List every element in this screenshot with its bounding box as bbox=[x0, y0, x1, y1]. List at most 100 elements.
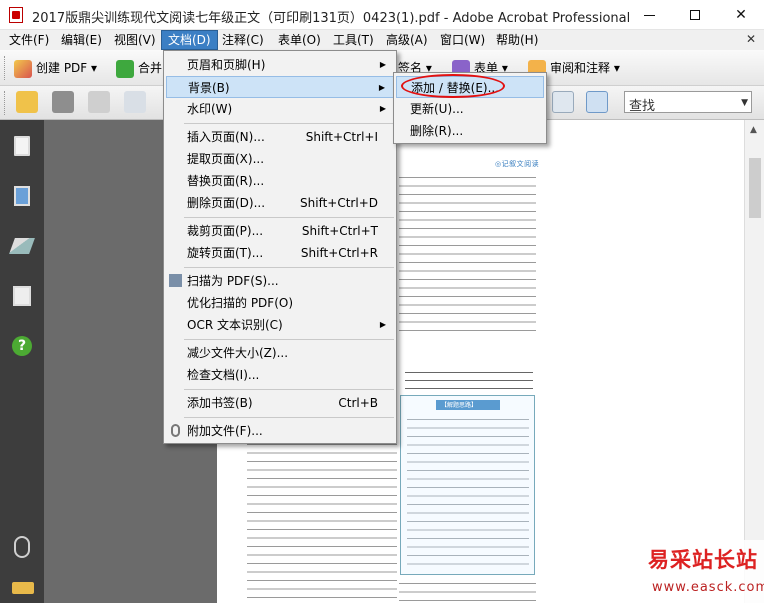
menu-forms[interactable]: 表单(O) bbox=[272, 30, 327, 50]
pages-icon[interactable] bbox=[14, 136, 30, 156]
menu-item-update-background[interactable]: 更新(U)... bbox=[396, 98, 544, 120]
find-input[interactable]: 查找 ▼ bbox=[624, 91, 752, 114]
page-text-block bbox=[399, 172, 536, 332]
menu-item-rotate-pages[interactable]: 旋转页面(T)... Shift+Ctrl+R bbox=[166, 242, 394, 264]
submenu-arrow-icon: ▶ bbox=[378, 83, 385, 92]
scrollbar-thumb[interactable] bbox=[749, 158, 761, 218]
window-title: 2017版鼎尖训练现代文阅读七年级正文（可印刷131页）0423(1).pdf … bbox=[32, 11, 631, 26]
menu-advanced[interactable]: 高级(A) bbox=[380, 30, 434, 50]
menu-item-delete-pages[interactable]: 删除页面(D)... Shift+Ctrl+D bbox=[166, 192, 394, 214]
menu-item-header-footer[interactable]: 页眉和页脚(H) ▶ bbox=[166, 54, 394, 76]
menu-file[interactable]: 文件(F) bbox=[3, 30, 55, 50]
menu-item-label: 背景(B) bbox=[188, 81, 230, 95]
menu-edit[interactable]: 编辑(E) bbox=[55, 30, 108, 50]
menu-item-extract-pages[interactable]: 提取页面(X)... bbox=[166, 148, 394, 170]
menu-item-shortcut: Shift+Ctrl+R bbox=[300, 246, 378, 260]
menu-item-label: 裁剪页面(P)... bbox=[187, 224, 264, 238]
page-text-block bbox=[399, 578, 536, 603]
menu-item-shortcut: Shift+Ctrl+I bbox=[305, 130, 378, 144]
menu-item-label: OCR 文本识别(C) bbox=[187, 318, 283, 332]
print-icon[interactable] bbox=[52, 91, 74, 113]
menu-help[interactable]: 帮助(H) bbox=[490, 30, 544, 50]
menu-document[interactable]: 文档(D) bbox=[161, 30, 218, 50]
fit-page-icon[interactable] bbox=[586, 91, 608, 113]
menu-item-crop-pages[interactable]: 裁剪页面(P)... Shift+Ctrl+T bbox=[166, 220, 394, 242]
menu-item-add-bookmark[interactable]: 添加书签(B) Ctrl+B bbox=[166, 392, 394, 414]
answer-line bbox=[405, 388, 533, 389]
vertical-scrollbar[interactable]: ▲ bbox=[744, 120, 764, 603]
menu-separator bbox=[184, 339, 394, 340]
menu-tools[interactable]: 工具(T) bbox=[327, 30, 380, 50]
save-icon[interactable] bbox=[88, 91, 110, 113]
bookmarks-icon[interactable] bbox=[14, 186, 30, 206]
layers-icon[interactable] bbox=[9, 238, 35, 254]
navigation-pane: ? bbox=[0, 120, 44, 603]
minimize-icon bbox=[643, 14, 655, 16]
menu-item-label: 提取页面(X)... bbox=[187, 152, 265, 166]
menu-item-shortcut: Shift+Ctrl+D bbox=[300, 196, 378, 210]
attachments-icon[interactable] bbox=[14, 536, 30, 558]
menu-item-label: 扫描为 PDF(S)... bbox=[187, 274, 279, 288]
menu-bar: 文件(F) 编辑(E) 视图(V) 文档(D) 注释(C) 表单(O) 工具(T… bbox=[0, 30, 764, 50]
menu-item-attach-file[interactable]: 附加文件(F)... bbox=[166, 420, 394, 442]
chevron-down-icon: ▾ bbox=[613, 61, 620, 75]
comments-icon[interactable] bbox=[12, 582, 34, 594]
menu-item-label: 优化扫描的 PDF(O) bbox=[187, 296, 294, 310]
menu-item-reduce-file-size[interactable]: 减少文件大小(Z)... bbox=[166, 342, 394, 364]
menu-item-label: 删除页面(D)... bbox=[187, 196, 266, 210]
create-pdf-label: 创建 PDF bbox=[36, 61, 88, 75]
menu-item-label: 插入页面(N)... bbox=[187, 130, 265, 144]
close-button[interactable]: ✕ bbox=[718, 0, 764, 30]
menu-item-label: 删除(R)... bbox=[410, 124, 464, 138]
submenu-arrow-icon: ▶ bbox=[379, 60, 386, 69]
open-folder-icon[interactable] bbox=[16, 91, 38, 113]
menu-item-label: 更新(U)... bbox=[410, 102, 464, 116]
menu-separator bbox=[184, 267, 394, 268]
tips-box-text bbox=[407, 414, 529, 570]
signatures-icon[interactable] bbox=[13, 286, 31, 306]
watermark-title: 易采站长站 bbox=[648, 547, 758, 572]
merge-button[interactable]: 合并 bbox=[116, 55, 162, 81]
menu-item-label: 减少文件大小(Z)... bbox=[187, 346, 289, 360]
review-label: 审阅和注释 bbox=[550, 61, 611, 75]
pdf-file-icon bbox=[9, 7, 23, 23]
maximize-icon bbox=[690, 10, 700, 20]
menu-separator bbox=[184, 123, 394, 124]
menu-item-label: 替换页面(R)... bbox=[187, 174, 265, 188]
document-menu: 页眉和页脚(H) ▶ 背景(B) ▶ 水印(W) ▶ 插入页面(N)... Shift+… bbox=[163, 50, 397, 444]
page-text-block bbox=[247, 422, 397, 600]
tips-box: 【解题思路】 bbox=[400, 395, 535, 575]
menu-item-label: 附加文件(F)... bbox=[187, 424, 263, 438]
minimize-button[interactable] bbox=[626, 0, 672, 30]
fit-width-icon[interactable] bbox=[552, 91, 574, 113]
menu-item-optimize-scanned-pdf[interactable]: 优化扫描的 PDF(O) bbox=[166, 292, 394, 314]
menu-item-label: 旋转页面(T)... bbox=[187, 246, 264, 260]
menu-item-shortcut: Ctrl+B bbox=[338, 396, 378, 410]
scroll-up-icon[interactable]: ▲ bbox=[750, 125, 757, 135]
merge-label: 合并 bbox=[138, 61, 163, 75]
submenu-arrow-icon: ▶ bbox=[379, 320, 386, 329]
chevron-down-icon[interactable]: ▼ bbox=[741, 98, 748, 108]
maximize-button[interactable] bbox=[672, 0, 718, 30]
tips-box-title: 【解题思路】 bbox=[441, 402, 478, 409]
menu-comments[interactable]: 注释(C) bbox=[216, 30, 270, 50]
menu-item-scan-to-pdf[interactable]: 扫描为 PDF(S)... bbox=[166, 270, 394, 292]
answer-line bbox=[405, 372, 533, 373]
menu-item-replace-pages[interactable]: 替换页面(R)... bbox=[166, 170, 394, 192]
menu-item-ocr[interactable]: OCR 文本识别(C) ▶ bbox=[166, 314, 394, 336]
toolbar-grip[interactable] bbox=[4, 56, 7, 80]
document-close-button[interactable]: ✕ bbox=[746, 32, 756, 46]
menu-view[interactable]: 视图(V) bbox=[108, 30, 162, 50]
menu-item-examine-document[interactable]: 检查文档(I)... bbox=[166, 364, 394, 386]
watermark-url: www.easck.com bbox=[652, 580, 764, 595]
menu-window[interactable]: 窗口(W) bbox=[434, 30, 491, 50]
create-pdf-button[interactable]: 创建 PDF ▾ bbox=[14, 55, 97, 81]
toolbar-grip[interactable] bbox=[4, 91, 7, 115]
menu-item-watermark[interactable]: 水印(W) ▶ bbox=[166, 98, 394, 120]
menu-item-remove-background[interactable]: 删除(R)... bbox=[396, 120, 544, 142]
email-icon[interactable] bbox=[124, 91, 146, 113]
help-icon[interactable]: ? bbox=[12, 336, 32, 356]
red-annotation-oval bbox=[401, 74, 505, 98]
menu-item-insert-pages[interactable]: 插入页面(N)... Shift+Ctrl+I bbox=[166, 126, 394, 148]
menu-item-background[interactable]: 背景(B) ▶ bbox=[166, 76, 394, 98]
